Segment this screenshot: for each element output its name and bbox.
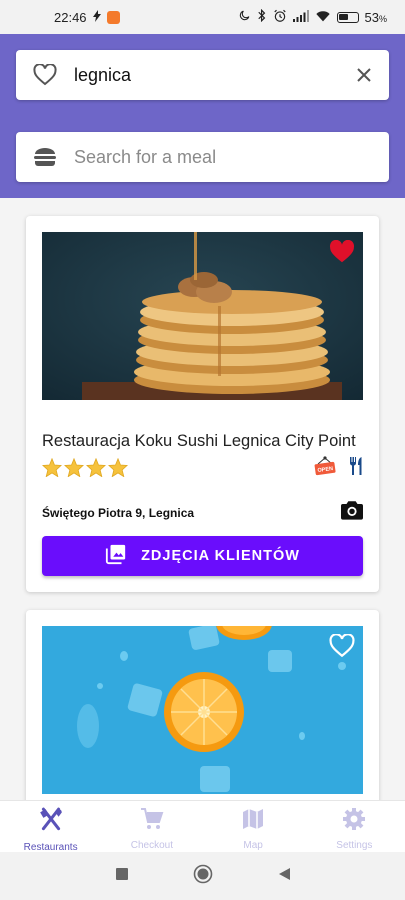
restaurant-image[interactable] bbox=[42, 232, 363, 400]
nav-restaurants[interactable]: Restaurants bbox=[0, 801, 101, 853]
app-notification-icon bbox=[106, 10, 120, 24]
open-sign-icon: OPEN bbox=[313, 456, 337, 481]
nav-label: Settings bbox=[336, 840, 373, 851]
bolt-icon bbox=[92, 9, 101, 25]
customer-photos-button[interactable]: ZDJĘCIA KLIENTÓW bbox=[42, 536, 363, 576]
home-button[interactable] bbox=[193, 864, 213, 889]
signal-icon bbox=[292, 9, 309, 25]
city-search-input[interactable] bbox=[74, 64, 339, 86]
star-icon bbox=[107, 457, 129, 482]
restaurant-name: Restauracja Koku Sushi Legnica City Poin… bbox=[42, 432, 356, 450]
rating-stars bbox=[41, 457, 129, 482]
star-icon bbox=[41, 457, 63, 482]
customer-photos-label: ZDJĘCIA KLIENTÓW bbox=[141, 548, 300, 564]
nav-label: Map bbox=[243, 840, 263, 851]
utensils-icon bbox=[38, 807, 64, 838]
search-header bbox=[0, 34, 405, 198]
restaurant-image[interactable] bbox=[42, 626, 363, 794]
recents-button[interactable] bbox=[115, 867, 129, 886]
moon-icon bbox=[238, 9, 251, 25]
nav-checkout[interactable]: Checkout bbox=[101, 801, 202, 852]
cart-icon bbox=[140, 807, 164, 836]
burger-icon bbox=[16, 147, 74, 167]
favorite-heart-outline-icon[interactable] bbox=[329, 633, 355, 663]
star-icon bbox=[85, 457, 107, 482]
meal-search-input[interactable] bbox=[74, 146, 389, 168]
restaurant-address: Świętego Piotra 9, Legnica bbox=[42, 506, 195, 520]
battery-level bbox=[338, 13, 348, 20]
close-icon[interactable] bbox=[339, 67, 389, 83]
battery-icon bbox=[336, 11, 359, 23]
restaurant-feed[interactable]: Restauracja Koku Sushi Legnica City Poin… bbox=[0, 198, 405, 800]
gear-icon bbox=[342, 807, 366, 836]
restaurant-card[interactable]: Restauracja Koku Sushi Legnica City Poin… bbox=[26, 216, 379, 592]
restaurant-badges: OPEN bbox=[313, 456, 363, 481]
map-icon bbox=[241, 807, 265, 836]
heart-outline-icon[interactable] bbox=[16, 64, 74, 86]
nav-settings[interactable]: Settings bbox=[304, 801, 405, 852]
favorite-heart-icon[interactable] bbox=[329, 239, 355, 269]
utensils-icon bbox=[349, 457, 363, 480]
system-navigation-bar bbox=[0, 852, 405, 900]
photo-library-icon bbox=[105, 543, 127, 569]
alarm-icon bbox=[273, 9, 287, 26]
back-button[interactable] bbox=[277, 867, 291, 886]
nav-map[interactable]: Map bbox=[203, 801, 304, 852]
camera-icon[interactable] bbox=[341, 500, 363, 525]
wifi-icon bbox=[315, 10, 331, 25]
battery-percent: 53% bbox=[364, 9, 387, 25]
status-bar: 22:46 53% bbox=[0, 0, 405, 34]
bluetooth-icon bbox=[257, 8, 267, 25]
star-icon bbox=[63, 457, 85, 482]
clock: 22:46 bbox=[54, 9, 87, 25]
bottom-navigation: Restaurants Checkout Map Settings bbox=[0, 800, 405, 853]
nav-label: Checkout bbox=[130, 840, 173, 851]
restaurant-card[interactable] bbox=[26, 610, 379, 800]
city-search-bar bbox=[16, 50, 389, 100]
meal-search-bar bbox=[16, 132, 389, 182]
